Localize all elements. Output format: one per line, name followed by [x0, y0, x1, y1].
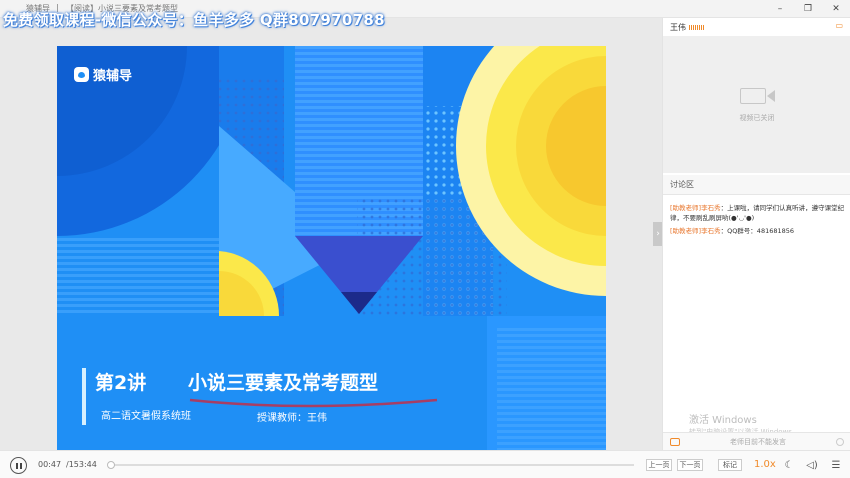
right-panel: 王伟 ▭ 视频已关闭 讨论区 [助教老师]李石秀：上课啦，请同学们认真听讲，遵守… [662, 18, 850, 450]
slide-artwork [57, 46, 606, 457]
discussion-title: 讨论区 [670, 180, 694, 189]
video-camera-icon [740, 88, 766, 104]
chat-message: [助教老师]李石秀：QQ群号：481681856 [670, 226, 846, 236]
pause-button[interactable] [10, 457, 27, 474]
camera-user-name: 王伟 [670, 22, 686, 32]
emoji-icon[interactable] [836, 437, 844, 446]
time-current: 00:47 [38, 460, 62, 469]
chevron-right-icon: › [656, 229, 660, 239]
signal-strength-icon [689, 24, 704, 30]
prev-page-button[interactable]: 上一页 [646, 459, 672, 471]
playback-speed[interactable]: 1.0x [754, 459, 776, 470]
chat-message: [助教老师]李石秀：上课啦，请同学们认真听讲，遵守课堂纪律，不要刷乱刷屏哟(●'… [670, 203, 846, 223]
message-sender: [助教老师]李石秀 [670, 227, 721, 235]
course-name: 高二语文暑假系统班 [101, 411, 191, 422]
chat-input-row: 老师目前不能发言 [663, 432, 850, 450]
camera-toggle-icon[interactable]: ▭ [835, 21, 843, 30]
minimize-button[interactable]: – [766, 0, 794, 18]
brand-logo-icon [74, 67, 89, 82]
mark-button[interactable]: 标记 [718, 459, 742, 471]
camera-header: 王伟 ▭ [663, 18, 850, 36]
video-camera-lens-icon [767, 90, 775, 102]
chat-input[interactable]: 老师目前不能发言 [680, 437, 836, 447]
volume-icon[interactable]: ◁) [805, 458, 819, 472]
discussion-header: 讨论区 [663, 175, 850, 195]
app-window: 猿辅导 | 【阅读】小说三要素及常考题型 – ❐ ✕ 免费领取课程-微信公众号：… [0, 0, 850, 478]
teacher-label: 授课教师：王伟 [257, 413, 327, 424]
time-total: /153:44 [66, 460, 97, 469]
slide: 猿辅导 第2讲 小说三要素及常考题型 高二语文暑假系统班 授课教师：王伟 [57, 46, 606, 457]
video-stage: 猿辅导 第2讲 小说三要素及常考题型 高二语文暑假系统班 授课教师：王伟 [0, 18, 662, 457]
message-sender: [助教老师]李石秀 [670, 204, 721, 212]
night-mode-icon[interactable]: ☾ [782, 458, 796, 472]
menu-icon[interactable]: ☰ [829, 458, 843, 472]
camera-status: 视频已关闭 [739, 114, 775, 122]
slide-logo: 猿辅导 [74, 65, 132, 84]
maximize-button[interactable]: ❐ [794, 0, 822, 18]
watermark-overlay: 免费领取课程-微信公众号：鱼羊多多 Q群807970788 [3, 11, 385, 29]
progress-bar[interactable] [106, 461, 634, 469]
pause-icon [15, 462, 18, 469]
image-upload-icon[interactable] [670, 437, 680, 446]
close-button[interactable]: ✕ [822, 0, 850, 18]
player-controls: 00:47 /153:44 上一页 下一页 标记 1.0x ☾ ◁) ☰ [0, 450, 850, 478]
title-accent-bar [82, 368, 86, 425]
progress-handle[interactable] [106, 461, 115, 469]
lecture-number: 第2讲 [95, 372, 147, 394]
message-list: [助教老师]李石秀：上课啦，请同学们认真听讲，遵守课堂纪律，不要刷乱刷屏哟(●'… [670, 203, 846, 239]
activation-title: 激活 Windows [689, 415, 757, 426]
message-text: ：QQ群号：481681856 [720, 227, 795, 235]
lecture-title: 小说三要素及常考题型 [188, 372, 379, 394]
window-controls: – ❐ ✕ [766, 0, 850, 18]
camera-view: 视频已关闭 [663, 36, 850, 173]
logo-text: 猿辅导 [93, 69, 133, 84]
next-page-button[interactable]: 下一页 [677, 459, 703, 471]
